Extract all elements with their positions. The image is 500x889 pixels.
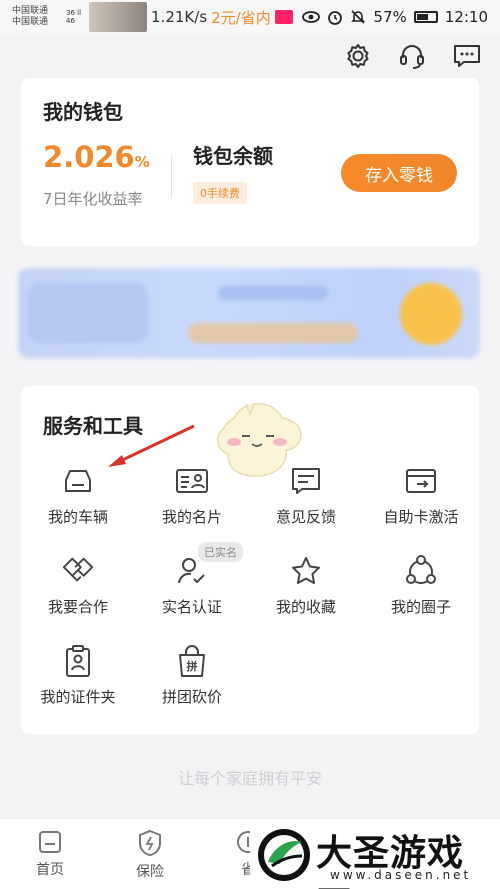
mascot-illustration (216, 403, 302, 477)
banner-shape (218, 286, 328, 300)
watermark-logo (258, 829, 310, 881)
yield-rate: 2.026% (43, 140, 150, 174)
yield-rate-label: 7日年化收益率 (43, 190, 143, 208)
service-card-activate[interactable]: 自助卡激活 (364, 464, 478, 527)
balance-label[interactable]: 钱包余额 (193, 140, 273, 169)
home-icon (39, 831, 61, 853)
carrier-2: 中国联通 (12, 17, 49, 27)
service-label: 我的车辆 (47, 508, 108, 526)
signal-indicator: 36 ll 46 (66, 9, 81, 25)
svg-text:拼: 拼 (187, 659, 198, 673)
status-bar: 中国联通 中国联通 36 ll 46 1.21K/s 2元/省内 57% 12:… (0, 0, 500, 34)
chart-badge-icon (274, 10, 293, 24)
banner-shape (28, 283, 148, 343)
circle-group-icon (404, 554, 438, 588)
service-real-name[interactable]: 实名认证 (135, 554, 249, 617)
banner-shape (188, 323, 358, 343)
service-label: 我要合作 (47, 598, 108, 616)
slogan: 让每个家庭拥有平安 (177, 769, 322, 788)
yield-rate-unit: % (134, 153, 150, 171)
nav-label: 保险 (136, 864, 164, 880)
signal-2: 46 (66, 17, 75, 25)
watermark: 大圣游戏网 www.daseen.net (250, 822, 500, 889)
service-label: 我的证件夹 (40, 688, 116, 706)
carrier-1: 中国联通 (12, 6, 49, 16)
status-right: 57% 12:10 (302, 8, 488, 26)
nav-insurance[interactable]: 保险 (120, 829, 180, 881)
eye-icon (302, 11, 321, 23)
wallet-title: 我的钱包 (43, 100, 123, 124)
verify-user-icon (175, 554, 209, 588)
service-label: 自助卡激活 (383, 508, 459, 526)
fee-badge: 0手续费 (193, 182, 247, 204)
service-label: 我的收藏 (275, 598, 336, 616)
carrier-names: 中国联通 中国联通 (12, 6, 66, 28)
service-my-circle[interactable]: 我的圈子 (364, 554, 478, 617)
clock: 12:10 (444, 8, 488, 26)
nav-label: 首页 (36, 862, 64, 878)
id-folder-icon (61, 644, 95, 678)
mute-bell-icon (351, 10, 366, 24)
top-toolbar (0, 34, 500, 78)
status-promo: 1.21K/s 2元/省内 (89, 2, 293, 32)
service-my-vehicle[interactable]: 我的车辆 (21, 464, 135, 527)
group-buy-icon: 拼 (175, 644, 209, 678)
wallet-divider (171, 156, 172, 198)
battery-icon (413, 11, 438, 23)
handshake-icon (61, 554, 95, 588)
service-group-buy[interactable]: 拼 拼团砍价 (135, 644, 249, 707)
wallet-card[interactable]: 我的钱包 2.026% 7日年化收益率 钱包余额 0手续费 存入零钱 (21, 78, 479, 246)
service-label: 我的名片 (161, 508, 222, 526)
yield-rate-value: 2.026 (43, 140, 135, 174)
gear-icon[interactable] (344, 42, 372, 70)
promo-thumbnail (89, 2, 148, 32)
service-favorites[interactable]: 我的收藏 (249, 554, 363, 617)
signal-1: 36 ll (66, 9, 82, 17)
service-id-folder[interactable]: 我的证件夹 (21, 644, 135, 707)
service-cooperate[interactable]: 我要合作 (21, 554, 135, 617)
nav-home[interactable]: 首页 (20, 829, 80, 879)
alarm-icon (328, 11, 343, 25)
star-icon (289, 554, 323, 588)
network-speed: 1.21K/s (151, 8, 208, 26)
service-label: 拼团砍价 (161, 688, 222, 706)
red-arrow-annotation (108, 424, 195, 467)
headset-icon[interactable] (398, 42, 426, 70)
car-icon (61, 464, 95, 498)
battery-percent: 57% (373, 8, 407, 26)
card-activate-icon (404, 464, 438, 498)
banner-shape (400, 283, 462, 345)
shield-icon (139, 829, 161, 857)
promo-text: 2元/省内 (211, 8, 271, 27)
service-label: 意见反馈 (275, 508, 336, 526)
message-icon[interactable] (452, 43, 482, 69)
service-label: 实名认证 (161, 598, 222, 616)
service-label: 我的圈子 (390, 598, 451, 616)
promo-banner[interactable] (18, 268, 480, 358)
watermark-url: www.daseen.net (330, 868, 472, 882)
deposit-button[interactable]: 存入零钱 (341, 154, 457, 192)
